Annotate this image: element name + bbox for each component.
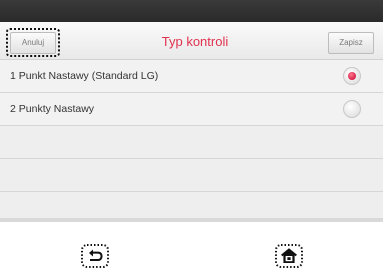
home-button[interactable] [275, 244, 303, 268]
option-row-1[interactable]: 1 Punkt Nastawy (Standard LG) [0, 60, 383, 93]
top-bezel [0, 0, 383, 22]
back-arrow-icon [81, 244, 109, 268]
back-button[interactable] [81, 244, 109, 268]
header-bar: Anuluj Typ kontroli Zapisz [0, 22, 383, 60]
page-title: Typ kontroli [161, 34, 229, 49]
option-label: 1 Punkt Nastawy (Standard LG) [10, 70, 159, 82]
screen-bottom-edge [0, 218, 383, 222]
row-divider [0, 191, 383, 192]
home-icon [275, 244, 303, 268]
radio-unselected-icon[interactable] [343, 100, 361, 118]
save-button[interactable]: Zapisz [328, 32, 374, 54]
option-row-2[interactable]: 2 Punkty Nastawy [0, 93, 383, 126]
radio-dot [348, 72, 356, 80]
row-divider [0, 158, 383, 159]
radio-selected-icon[interactable] [343, 67, 361, 85]
option-label: 2 Punkty Nastawy [10, 103, 95, 115]
cancel-highlight [6, 28, 60, 57]
control-type-screen: Anuluj Typ kontroli Zapisz 1 Punkt Nasta… [0, 22, 383, 218]
